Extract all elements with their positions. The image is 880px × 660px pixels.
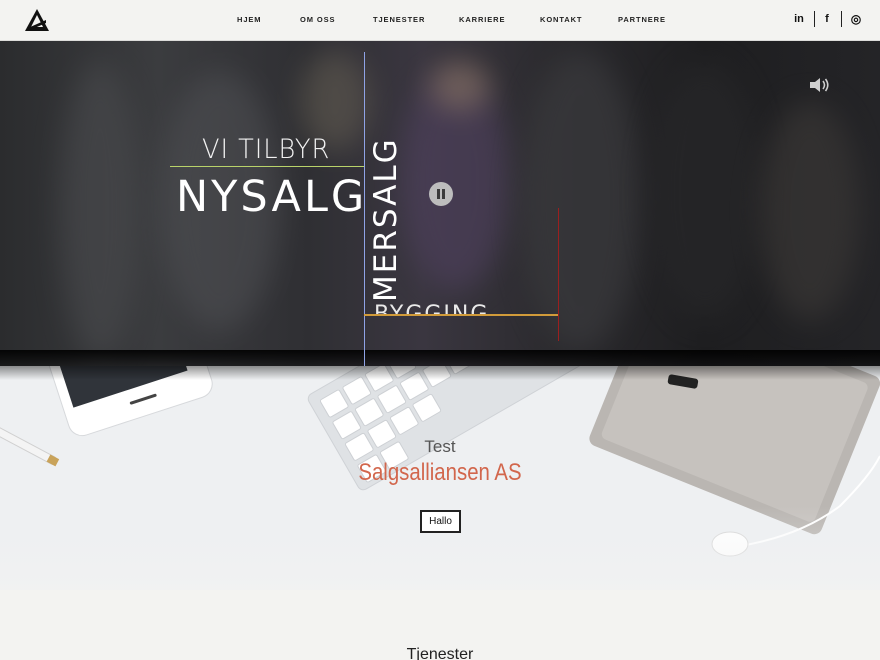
- nav-item-karriere[interactable]: KARRIERE: [459, 15, 505, 24]
- hero-partial-word: BYGGING: [374, 300, 489, 314]
- social-divider: [841, 11, 842, 27]
- divider-blue: [364, 52, 365, 366]
- nav-item-partnere[interactable]: PARTNERE: [618, 15, 666, 24]
- banner-subtitle: Test: [424, 437, 456, 456]
- divider-green: [170, 166, 365, 167]
- volume-icon[interactable]: [809, 76, 831, 94]
- site-header: HJEM OM OSS TJENESTER KARRIERE KONTAKT P…: [0, 0, 880, 41]
- pause-button[interactable]: [429, 182, 453, 206]
- hero-line-1: VI TILBYR: [202, 134, 331, 165]
- banner-title: Salgsalliansen AS: [358, 459, 522, 486]
- hero-bottom-shadow: [0, 350, 880, 380]
- linkedin-icon[interactable]: in: [788, 10, 810, 28]
- social-divider: [814, 11, 815, 27]
- section-title: Tjenester: [406, 646, 474, 660]
- main-nav: HJEM OM OSS TJENESTER KARRIERE KONTAKT P…: [0, 0, 880, 41]
- instagram-icon[interactable]: ◎: [845, 10, 867, 28]
- hero-vertical-word: MERSALG: [368, 137, 404, 302]
- facebook-icon[interactable]: f: [816, 10, 838, 28]
- divider-red: [558, 208, 559, 341]
- nav-item-kontakt[interactable]: KONTAKT: [540, 15, 582, 24]
- divider-orange: [364, 314, 559, 316]
- nav-item-tjenester[interactable]: TJENESTER: [373, 15, 425, 24]
- nav-item-om-oss[interactable]: OM OSS: [300, 15, 335, 24]
- nav-item-hjem[interactable]: HJEM: [237, 15, 261, 24]
- hallo-button[interactable]: Hallo: [420, 510, 461, 533]
- hero-line-2: NYSALG: [176, 172, 368, 222]
